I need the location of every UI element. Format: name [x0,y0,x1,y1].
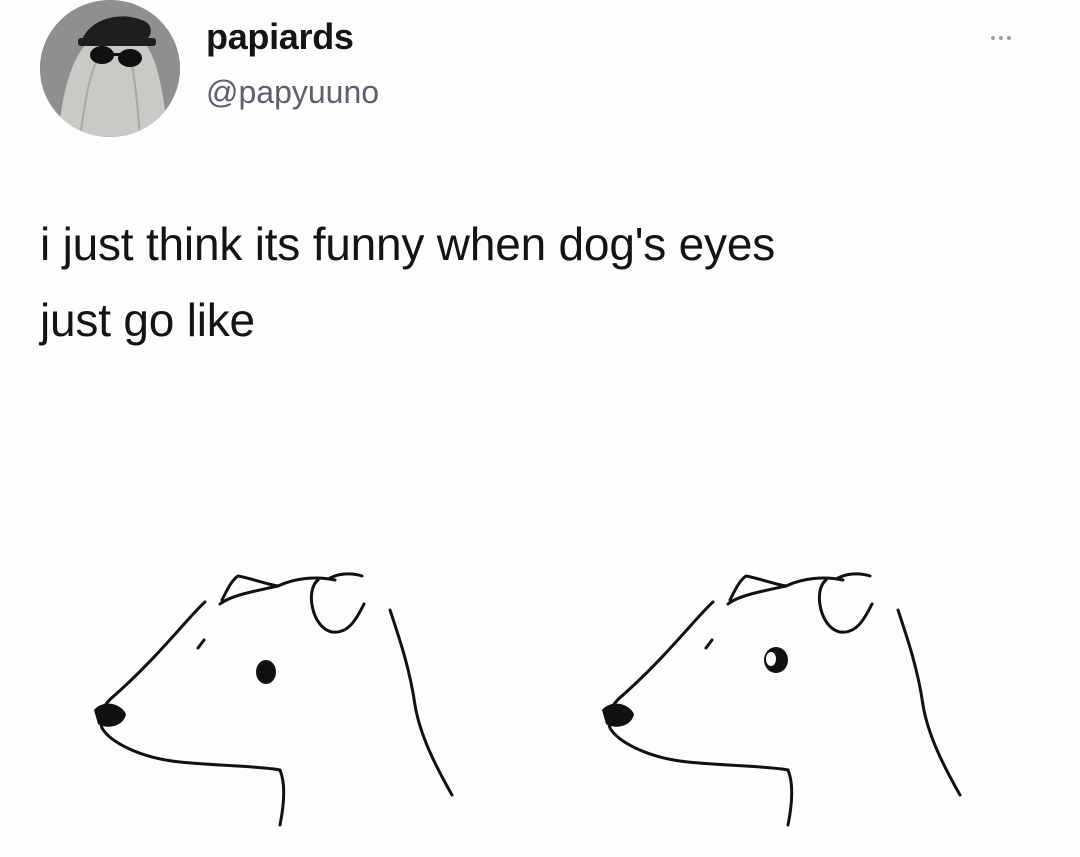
tweet-text: i just think its funny when dog's eyes j… [40,206,1030,358]
tweet-text-line: i just think its funny when dog's eyes [40,218,776,270]
display-name[interactable]: papiards [206,16,354,58]
more-horizontal-icon [991,36,995,40]
more-horizontal-icon [1007,36,1011,40]
more-horizontal-icon [999,36,1003,40]
avatar[interactable] [40,0,180,137]
dog-drawing-normal-eye [94,572,454,827]
tweet-text-line: just go like [40,294,255,346]
dog-drawing-highlight-eye [602,572,962,827]
tweet-image[interactable] [0,520,1080,857]
user-handle[interactable]: @papyuuno [206,74,379,111]
tweet-card: papiards @papyuuno i just think its funn… [0,0,1080,857]
more-options-button[interactable] [976,28,1026,48]
